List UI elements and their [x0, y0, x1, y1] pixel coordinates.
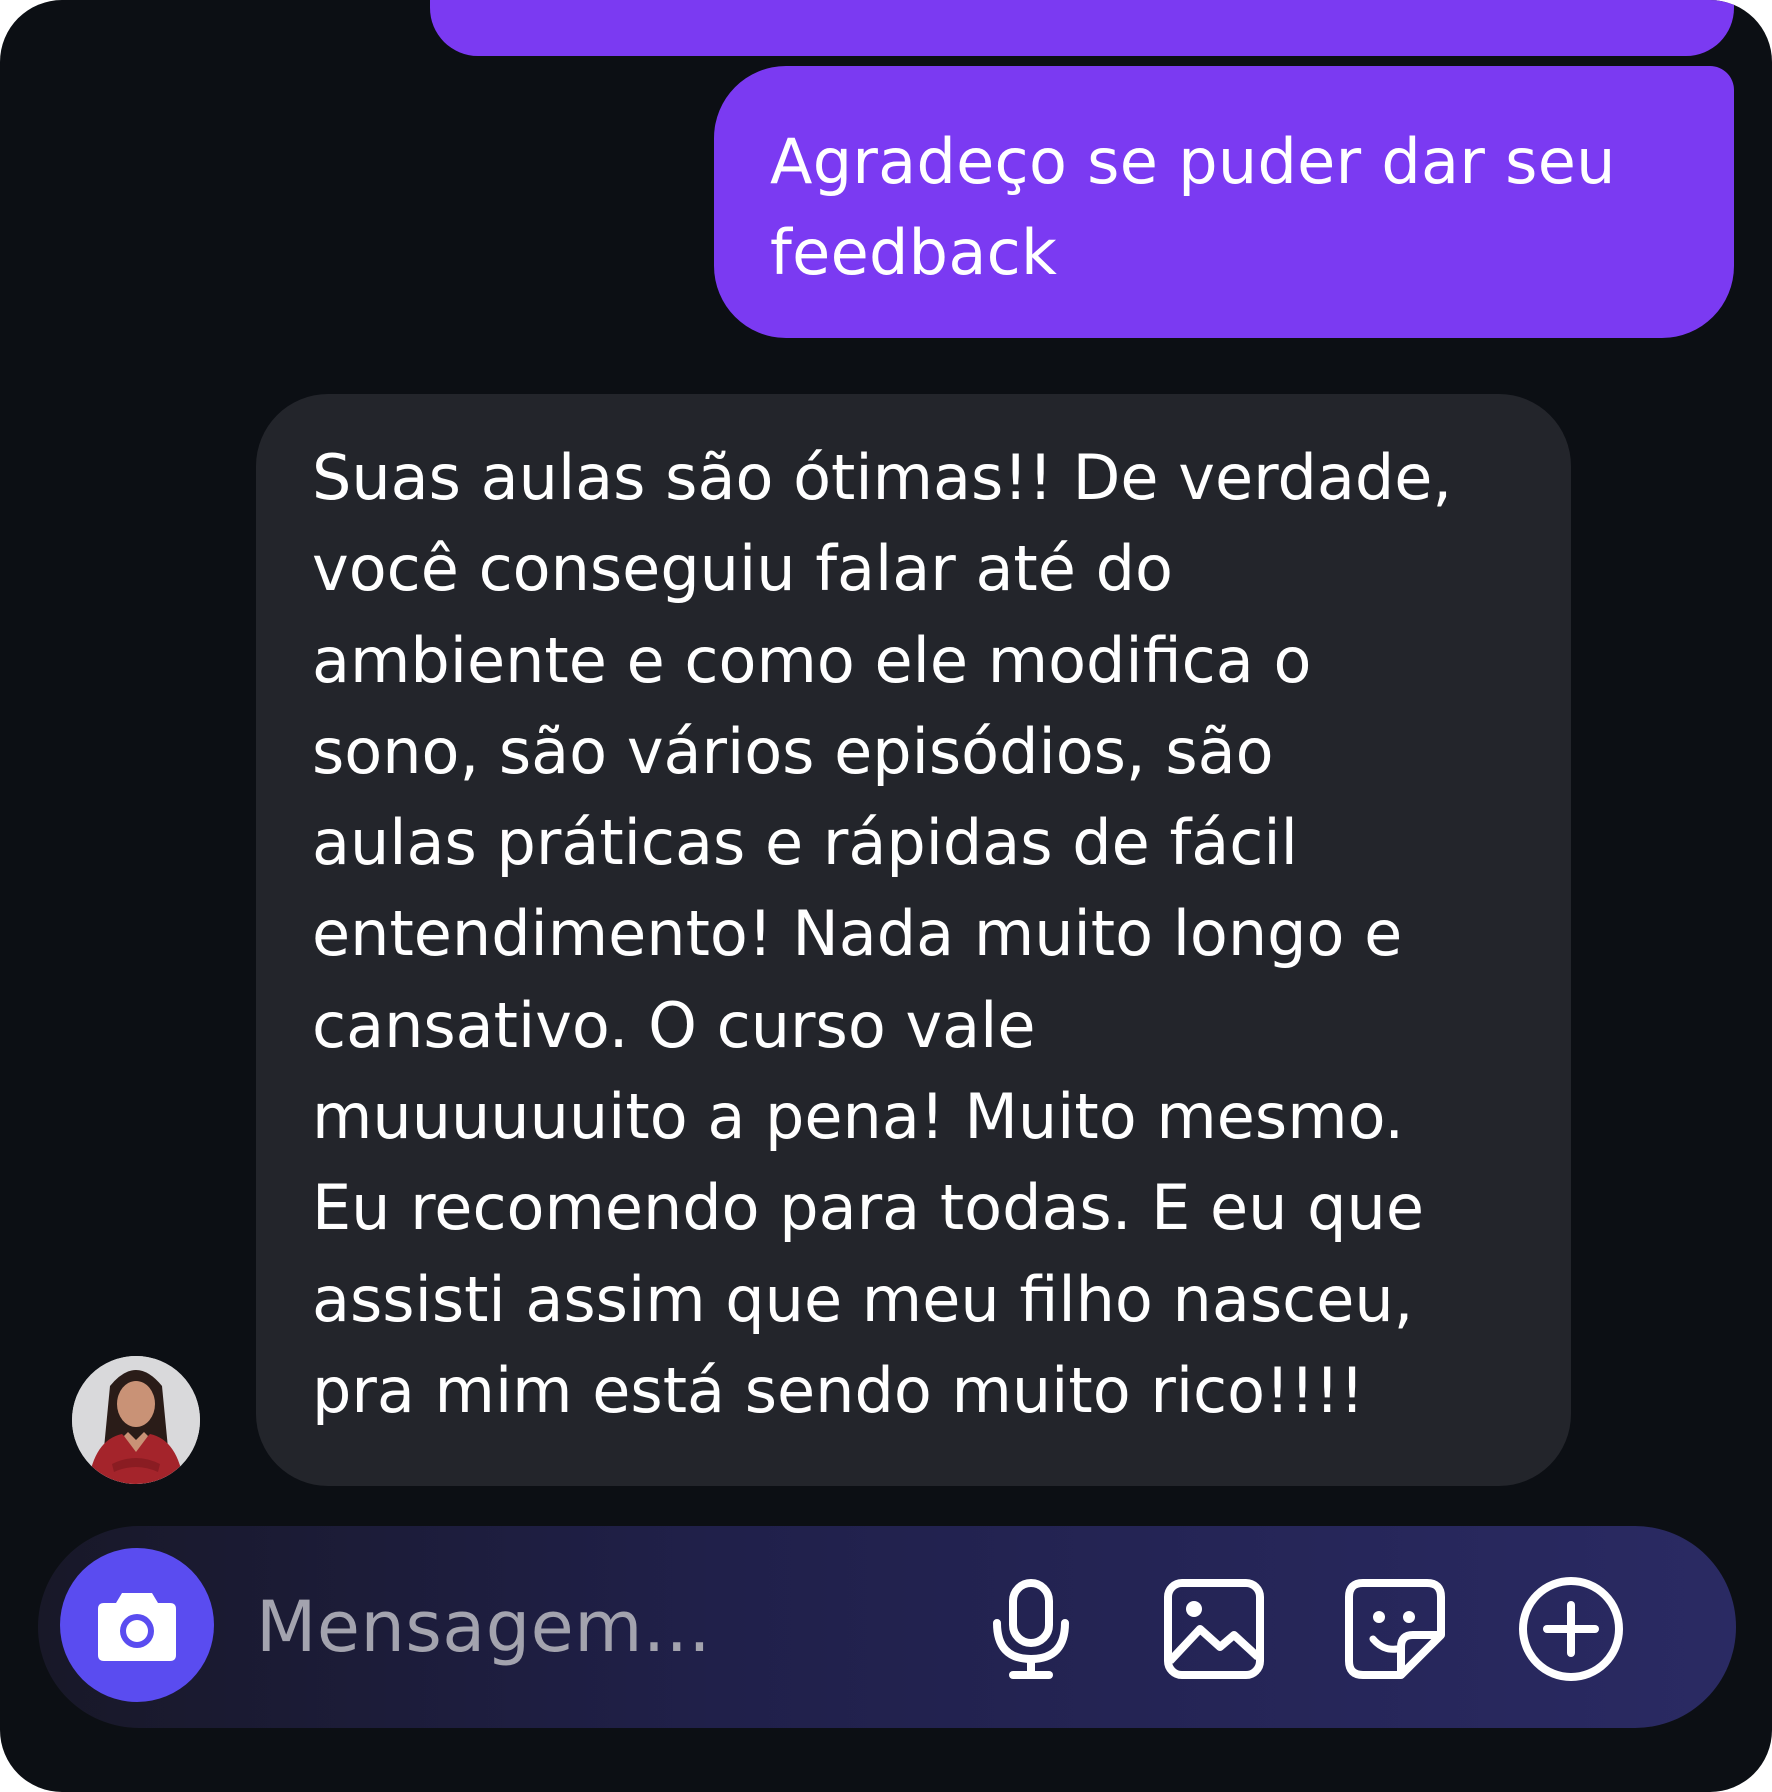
avatar-photo	[72, 1356, 200, 1484]
plus-circle-icon	[1519, 1577, 1623, 1681]
sticker-icon	[1345, 1579, 1445, 1679]
message-input[interactable]: Mensagem...	[256, 1526, 711, 1728]
microphone-icon	[993, 1579, 1069, 1679]
image-icon	[1164, 1579, 1264, 1679]
sent-message-text: Agradeço se puder dar seu feedback	[770, 125, 1616, 289]
gallery-button[interactable]	[1159, 1574, 1269, 1684]
received-message-text: Suas aulas são ótimas!! De verdade, você…	[312, 441, 1453, 1427]
sent-message-bubble[interactable]: Agradeço se puder dar seu feedback	[714, 66, 1734, 338]
more-button[interactable]	[1516, 1574, 1626, 1684]
message-composer: Mensagem...	[38, 1526, 1736, 1728]
chat-screen: Agradeço se puder dar seu feedback Suas …	[0, 0, 1772, 1792]
sticker-button[interactable]	[1340, 1574, 1450, 1684]
sent-message-bubble-partial[interactable]	[430, 0, 1734, 56]
microphone-button[interactable]	[976, 1574, 1086, 1684]
camera-icon	[98, 1593, 176, 1661]
received-message-bubble[interactable]: Suas aulas são ótimas!! De verdade, você…	[256, 394, 1571, 1486]
camera-button[interactable]	[60, 1548, 214, 1702]
avatar[interactable]	[72, 1356, 200, 1484]
